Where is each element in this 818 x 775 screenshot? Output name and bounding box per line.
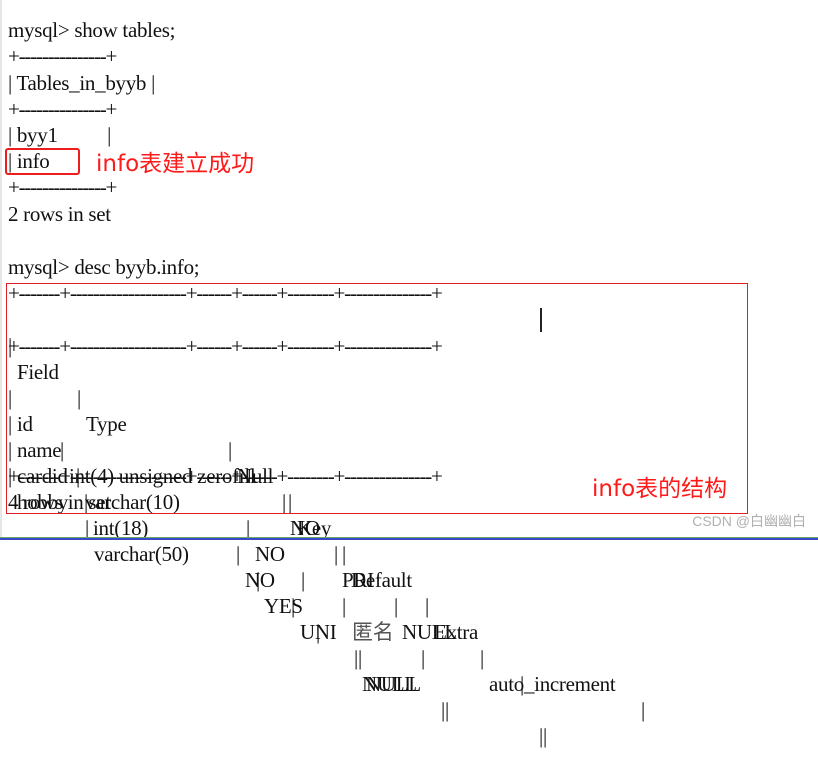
csdn-watermark: CSDN @白幽幽白 [692, 513, 806, 529]
cell-type: varchar(50) [94, 542, 189, 566]
cell-null: YES [264, 594, 303, 618]
cell-default: 匿名 [352, 620, 394, 644]
cell-default: NULL [402, 620, 457, 644]
desc-prompt: mysql> desc byyb.info; [8, 255, 200, 279]
rows-count: 2 rows in set [8, 202, 111, 226]
tables-header: | Tables_in_byyb | [8, 71, 155, 95]
table-border: +---------------+ [8, 97, 117, 121]
annotation-info-created: info表建立成功 [96, 151, 255, 177]
table-border: +---------------+ [8, 44, 117, 68]
show-tables-prompt: mysql> show tables; [8, 18, 176, 42]
cell-key: PRI [342, 568, 374, 592]
cell-null: NO [255, 542, 285, 566]
table-row-byy1: | byy1 | [8, 123, 112, 147]
annotation-info-structure: info表的结构 [592, 476, 728, 502]
highlight-box-info [5, 148, 80, 175]
left-edge-divider [0, 0, 2, 537]
cell-default: NULL [366, 672, 421, 696]
cell-extra: auto_increment [489, 672, 616, 696]
